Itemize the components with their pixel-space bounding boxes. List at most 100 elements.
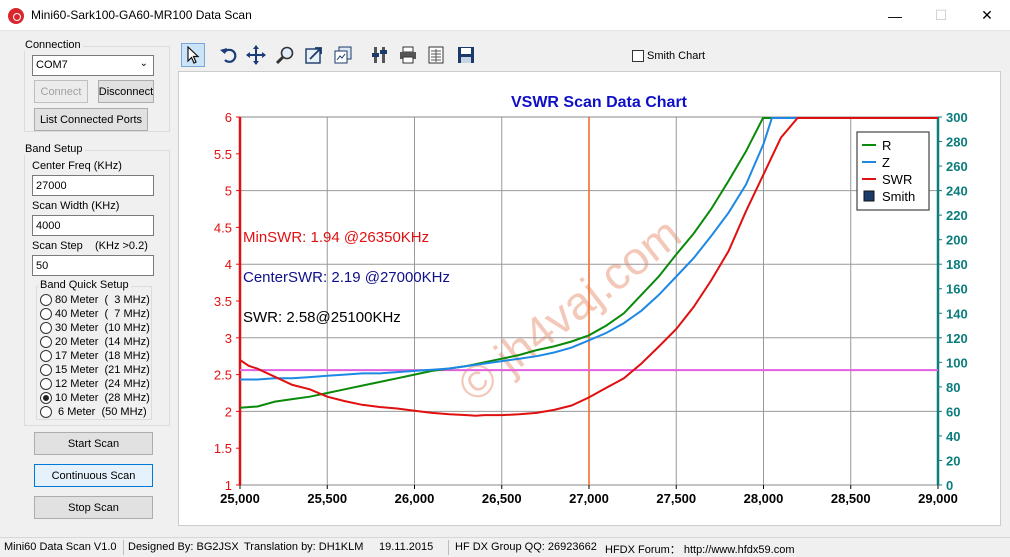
- vswr-chart[interactable]: © jh4vaj.comVSWR Scan Data Chart25,000 25…: [179, 72, 1002, 527]
- y-right-tick-label: 100: [946, 355, 968, 370]
- y-right-tick-label: 20: [946, 453, 960, 468]
- band-radio[interactable]: [40, 336, 52, 348]
- save-icon[interactable]: [454, 43, 478, 67]
- settings-icon[interactable]: [368, 43, 392, 67]
- minimize-button[interactable]: —: [872, 0, 918, 31]
- y-right-tick-label: 200: [946, 233, 968, 248]
- band-radio[interactable]: [40, 350, 52, 362]
- legend-label: SWR: [882, 172, 912, 187]
- undo-icon[interactable]: [217, 43, 241, 67]
- disconnect-button[interactable]: Disconnect: [98, 80, 154, 103]
- y-right-tick-label: 120: [946, 331, 968, 346]
- legend-label: Z: [882, 155, 890, 170]
- chart-panel: © jh4vaj.com VSWR Scan Data Chart 25,000 25…: [178, 71, 1001, 526]
- window-title: Mini60-Sark100-GA60-MR100 Data Scan: [31, 8, 252, 22]
- continuous-scan-button[interactable]: Continuous Scan: [34, 464, 153, 487]
- x-tick-label: 28,000: [744, 491, 784, 506]
- band-option-label: 80 Meter ( 3 MHz): [55, 294, 150, 306]
- band-option[interactable]: 6 Meter (50 MHz): [40, 405, 147, 419]
- scan-step-input[interactable]: [32, 255, 154, 276]
- smith-chart-checkbox[interactable]: [632, 50, 644, 62]
- center-freq-label: Center Freq (KHz): [32, 160, 122, 172]
- stop-scan-button[interactable]: Stop Scan: [34, 496, 153, 519]
- start-scan-button[interactable]: Start Scan: [34, 432, 153, 455]
- band-radio[interactable]: [40, 308, 52, 320]
- legend-label: R: [882, 138, 891, 153]
- band-radio[interactable]: [40, 392, 52, 404]
- app-icon: [8, 8, 24, 24]
- smith-chart-toggle[interactable]: Smith Chart: [632, 50, 705, 62]
- y-right-tick-label: 220: [946, 208, 968, 223]
- print-icon[interactable]: [396, 43, 420, 67]
- pan-icon[interactable]: [244, 43, 268, 67]
- band-option-label: 17 Meter (18 MHz): [55, 350, 150, 362]
- x-tick-label: 26,500: [482, 491, 522, 506]
- connect-button[interactable]: Connect: [34, 80, 88, 103]
- y-right-tick-label: 40: [946, 429, 960, 444]
- status-version: Mini60 Data Scan V1.0: [4, 541, 117, 553]
- y-right-tick-label: 300: [946, 110, 968, 125]
- scan-step-hint: (KHz >0.2): [95, 240, 148, 252]
- band-radio[interactable]: [40, 294, 52, 306]
- band-quick-label: Band Quick Setup: [38, 279, 131, 291]
- copy-chart-icon[interactable]: [331, 43, 355, 67]
- band-option-label: 20 Meter (14 MHz): [55, 336, 150, 348]
- band-radio[interactable]: [40, 378, 52, 390]
- y-right-tick-label: 160: [946, 282, 968, 297]
- x-tick-label: 27,000: [569, 491, 609, 506]
- legend-label: Smith: [882, 189, 915, 204]
- status-bar: Mini60 Data Scan V1.0 Designed By: BG2JS…: [0, 537, 1010, 556]
- band-option[interactable]: 15 Meter (21 MHz): [40, 363, 150, 377]
- status-translator: Translation by: DH1KLM: [244, 541, 364, 553]
- band-radio[interactable]: [40, 406, 52, 418]
- y-left-tick-label: 3: [225, 331, 232, 346]
- band-option[interactable]: 80 Meter ( 3 MHz): [40, 293, 150, 307]
- band-option-label: 15 Meter (21 MHz): [55, 364, 150, 376]
- y-left-tick-label: 2: [225, 404, 232, 419]
- status-forum: HFDX Forum： http://www.hfdx59.com: [605, 544, 795, 556]
- chart-annotation: SWR: 2.58@25100KHz: [243, 309, 401, 326]
- band-option[interactable]: 10 Meter (28 MHz): [40, 391, 150, 405]
- chart-title: VSWR Scan Data Chart: [511, 94, 688, 111]
- band-option-label: 10 Meter (28 MHz): [55, 392, 150, 404]
- x-tick-label: 25,000: [220, 491, 260, 506]
- x-tick-label: 25,500: [307, 491, 347, 506]
- legend-swatch: [863, 190, 875, 202]
- y-left-tick-label: 1: [225, 478, 232, 493]
- y-left-tick-label: 3.5: [214, 294, 232, 309]
- band-option[interactable]: 17 Meter (18 MHz): [40, 349, 150, 363]
- close-button[interactable]: ✕: [964, 0, 1010, 31]
- zoom-icon[interactable]: [273, 43, 297, 67]
- connection-label: Connection: [23, 39, 83, 51]
- export-icon[interactable]: [302, 43, 326, 67]
- smith-chart-label: Smith Chart: [647, 50, 706, 62]
- band-radio[interactable]: [40, 364, 52, 376]
- x-tick-label: 27,500: [656, 491, 696, 506]
- center-freq-input[interactable]: [32, 175, 154, 196]
- y-right-tick-label: 280: [946, 135, 968, 150]
- port-value: COM7: [36, 59, 68, 71]
- scan-width-input[interactable]: [32, 215, 154, 236]
- band-option[interactable]: 20 Meter (14 MHz): [40, 335, 150, 349]
- band-option[interactable]: 12 Meter (24 MHz): [40, 377, 150, 391]
- title-bar: Mini60-Sark100-GA60-MR100 Data Scan — ☐ …: [0, 0, 1010, 31]
- x-tick-label: 28,500: [831, 491, 871, 506]
- list-ports-button[interactable]: List Connected Ports: [34, 108, 148, 131]
- y-left-tick-label: 5.5: [214, 147, 232, 162]
- y-left-tick-label: 5: [225, 184, 232, 199]
- x-tick-label: 26,000: [395, 491, 435, 506]
- band-radio[interactable]: [40, 322, 52, 334]
- band-option[interactable]: 30 Meter (10 MHz): [40, 321, 150, 335]
- maximize-button[interactable]: ☐: [918, 0, 964, 31]
- band-option[interactable]: 40 Meter ( 7 MHz): [40, 307, 150, 321]
- data-table-icon[interactable]: [425, 43, 449, 67]
- band-option-label: 12 Meter (24 MHz): [55, 378, 150, 390]
- y-left-tick-label: 4.5: [214, 220, 232, 235]
- y-left-tick-label: 1.5: [214, 441, 232, 456]
- scan-step-label: Scan Step: [32, 240, 83, 252]
- port-select[interactable]: COM7 ⌄: [32, 55, 154, 76]
- band-option-label: 6 Meter (50 MHz): [55, 406, 147, 418]
- y-right-tick-label: 180: [946, 257, 968, 272]
- pointer-icon[interactable]: [181, 43, 205, 67]
- y-left-tick-label: 4: [225, 257, 232, 272]
